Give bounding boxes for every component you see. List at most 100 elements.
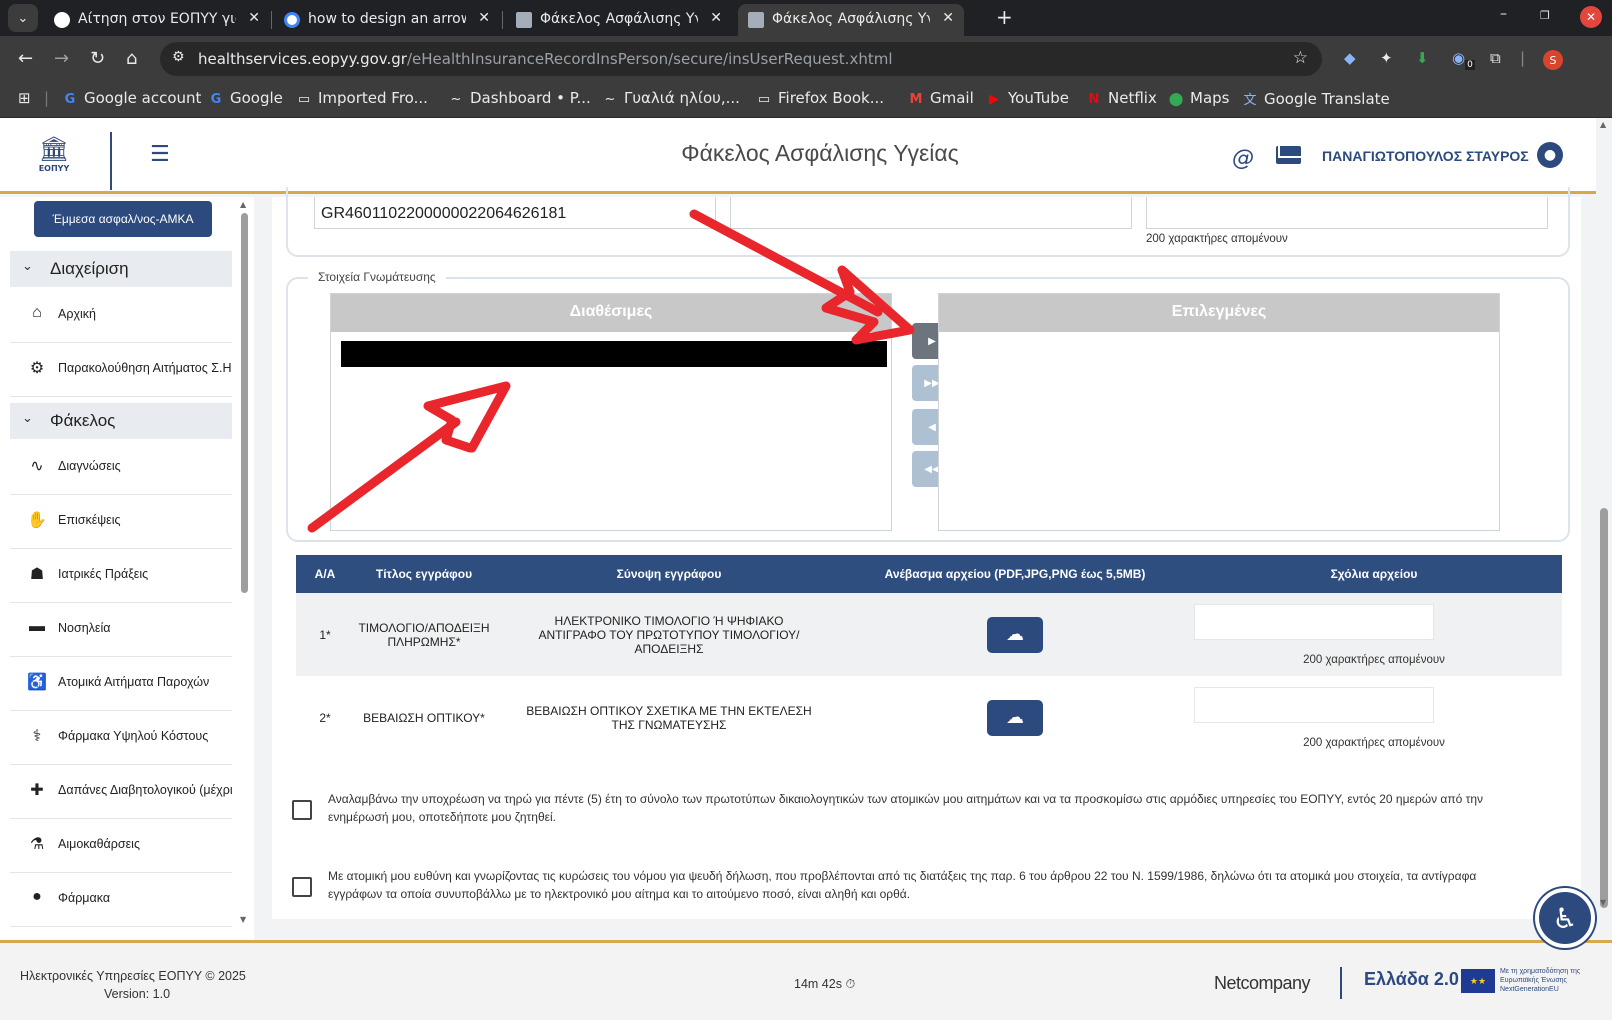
- sidebar-item-label: Ιατρικές Πράξεις: [58, 567, 149, 581]
- tab-close-icon[interactable]: ✕: [942, 10, 954, 26]
- bookmark-gmail[interactable]: M Gmail: [908, 89, 974, 107]
- tab-title: Αίτηση στον ΕΟΠΥΥ για: [78, 11, 236, 27]
- new-tab-button[interactable]: +: [996, 5, 1013, 29]
- extension-badge-icon[interactable]: ◉ 0: [1452, 49, 1475, 70]
- tab-search-button[interactable]: ⌄: [8, 4, 38, 32]
- declaration-checkbox[interactable]: [292, 877, 312, 897]
- browser-tab-active[interactable]: Φάκελος Ασφάλισης Υγε ✕: [738, 4, 964, 36]
- redacted-list-item[interactable]: [341, 341, 887, 367]
- document-summary: ΗΛΕΚΤΡΟΝΙΚΟ ΤΙΜΟΛΟΓΙΟ Ή ΨΗΦΙΑΚΟ ΑΝΤΙΓΡΑΦ…: [494, 593, 844, 676]
- back-icon[interactable]: ←: [18, 48, 33, 69]
- eu-funding-text: Με τη χρηματοδότηση της Ευρωπαϊκής Ένωση…: [1500, 968, 1581, 993]
- close-window-icon[interactable]: ✕: [1580, 6, 1602, 28]
- iban-input[interactable]: GR4601102200000022064626181: [314, 197, 716, 229]
- selected-listbox[interactable]: Επιλεγμένες: [938, 293, 1500, 531]
- upload-cloud-icon[interactable]: ☁: [987, 616, 1043, 653]
- amka-button[interactable]: Έμμεσα ασφαλ/νος-ΑΜΚΑ: [34, 201, 212, 237]
- sidebar-item-individual-requests[interactable]: ♿ Ατομικά Αιτήματα Παροχών: [10, 657, 232, 711]
- bookmark-youtube[interactable]: ▶ YouTube: [986, 89, 1069, 107]
- address-bar[interactable]: ⚙ healthservices.eopyy.gov.gr/eHealthIns…: [160, 42, 1322, 76]
- bookmark-google-translate[interactable]: 文 Google Translate: [1242, 89, 1389, 108]
- at-email-icon[interactable]: @: [1232, 146, 1254, 171]
- sidebar-item-visits[interactable]: ✋ Επισκέψεις: [10, 495, 232, 549]
- footer: Ηλεκτρονικές Υπηρεσίες ΕΟΠΥΥ © 2025 Vers…: [0, 940, 1612, 1020]
- sidebar-item-label: Αιμοκαθάρσεις: [58, 837, 140, 851]
- bookmark-google[interactable]: G Google: [208, 89, 283, 107]
- sidebar-item-diagnoses[interactable]: ∿ Διαγνώσεις: [10, 441, 232, 495]
- bookmark-google-account[interactable]: G Google account: [62, 89, 202, 107]
- browser-tab[interactable]: Αίτηση στον ΕΟΠΥΥ για ✕: [44, 4, 270, 36]
- gmail-icon: M: [909, 92, 923, 107]
- sidebar-item-high-cost-drugs[interactable]: ⚕ Φάρμακα Υψηλού Κόστους: [10, 711, 232, 765]
- tab-close-icon[interactable]: ✕: [248, 10, 260, 26]
- chars-remaining: 200 χαρακτήρες απομένουν: [1303, 736, 1445, 749]
- forward-icon[interactable]: →: [54, 48, 69, 69]
- sidebar-item-medical-acts[interactable]: ☗ Ιατρικές Πράξεις: [10, 549, 232, 603]
- declaration-checkbox[interactable]: [292, 800, 312, 820]
- tab-close-icon[interactable]: ✕: [478, 10, 490, 26]
- extension-paw-icon[interactable]: ✦: [1380, 49, 1393, 67]
- restore-icon[interactable]: ❐: [1540, 9, 1550, 22]
- sidebar-scroll-up-icon[interactable]: ▲: [240, 200, 246, 209]
- extensions-puzzle-icon[interactable]: ⧉: [1490, 49, 1501, 67]
- bank-field-input[interactable]: [730, 197, 1132, 229]
- bookmark-dashboard[interactable]: ~ Dashboard • P...: [448, 89, 591, 107]
- selected-header: Επιλεγμένες: [939, 294, 1499, 332]
- upload-cloud-icon[interactable]: ☁: [987, 699, 1043, 736]
- tab-title: how to design an arrow: [308, 11, 466, 27]
- eopyy-logo[interactable]: 🏛 ΕΟΠΥΥ: [30, 134, 78, 176]
- envelope-icon[interactable]: [1276, 146, 1301, 164]
- available-listbox[interactable]: Διαθέσιμες: [330, 293, 892, 531]
- bookmark-label: Google account: [84, 89, 202, 107]
- comment-field-input[interactable]: [1146, 197, 1548, 229]
- download-extension-icon[interactable]: ⬇: [1416, 49, 1429, 67]
- page-content: 🏛 ΕΟΠΥΥ ☰ Φάκελος Ασφάλισης Υγείας @ ΠΑΝ…: [0, 118, 1612, 1020]
- sidebar-item-hospitalization[interactable]: ▬ Νοσηλεία: [10, 603, 232, 657]
- browser-tab[interactable]: Φάκελος Ασφάλισης Υγε ✕: [506, 4, 732, 36]
- site-info-icon[interactable]: ⚙: [172, 49, 185, 65]
- home-icon[interactable]: ⌂: [126, 48, 137, 69]
- page-scroll-down-icon[interactable]: ▼: [1600, 898, 1606, 907]
- folder-icon: ▭: [757, 92, 771, 107]
- accessibility-icon[interactable]: ♿: [1535, 888, 1595, 948]
- url-text[interactable]: healthservices.eopyy.gov.gr/eHealthInsur…: [198, 50, 893, 68]
- extension-tag-icon[interactable]: ◆: [1344, 49, 1356, 67]
- hamburger-menu-icon[interactable]: ☰: [150, 142, 170, 167]
- sidebar-section-folder[interactable]: ⌄ Φάκελος: [10, 403, 232, 439]
- browser-tab[interactable]: how to design an arrow ✕: [274, 4, 500, 36]
- pharmacy-icon: ⚕: [32, 728, 42, 745]
- profile-avatar[interactable]: S: [1543, 50, 1563, 70]
- section-label: Φάκελος: [50, 411, 116, 430]
- reload-icon[interactable]: ↻: [90, 48, 105, 69]
- maps-pin-icon: ⬤: [1168, 92, 1184, 107]
- bookmark-imported-folder[interactable]: ▭ Imported Fro...: [296, 89, 428, 107]
- sidebar-item-home[interactable]: ⌂ Αρχική: [10, 289, 232, 343]
- bookmark-star-icon[interactable]: ☆: [1293, 48, 1308, 68]
- bookmark-firefox-folder[interactable]: ▭ Firefox Book...: [756, 89, 884, 107]
- chevron-down-icon: ⌄: [22, 410, 33, 425]
- bookmark-label: Imported Fro...: [318, 89, 428, 107]
- comment-input[interactable]: [1194, 603, 1434, 640]
- minimize-icon[interactable]: –: [1500, 6, 1507, 22]
- page-scrollbar-thumb[interactable]: [1600, 508, 1608, 908]
- column-header: Τίτλος εγγράφου: [354, 555, 494, 593]
- apps-grid-icon[interactable]: ⊞: [18, 89, 31, 107]
- tab-close-icon[interactable]: ✕: [710, 10, 722, 26]
- sidebar-scroll-down-icon[interactable]: ▼: [240, 915, 246, 924]
- bookmark-maps[interactable]: ⬤ Maps: [1168, 89, 1230, 107]
- bookmarks-bar: ⊞ | G Google account G Google ▭ Imported Fr…: [0, 82, 1612, 118]
- user-avatar-icon[interactable]: ●: [1537, 142, 1563, 168]
- sidebar-item-dialysis[interactable]: ⚗ Αιμοκαθάρσεις: [10, 819, 232, 873]
- sidebar-section-management[interactable]: ⌄ Διαχείριση: [10, 251, 232, 287]
- bookmark-netflix[interactable]: N Netflix: [1086, 89, 1157, 107]
- sidebar-item-drugs[interactable]: ● Φάρμακα: [10, 873, 232, 927]
- page-scroll-up-icon[interactable]: ▲: [1600, 120, 1606, 129]
- user-name[interactable]: ΠΑΝΑΓΙΩΤΟΠΟΥΛΟΣ ΣΤΑΥΡΟΣ: [1322, 148, 1529, 164]
- comment-input[interactable]: [1194, 686, 1434, 723]
- chars-remaining: 200 χαρακτήρες απομένουν: [1146, 233, 1288, 245]
- sidebar-item-request-tracking[interactable]: ⚙ Παρακολούθηση Αιτήματος Σ.Η.: [10, 343, 232, 397]
- sidebar-scrollbar-thumb[interactable]: [241, 213, 248, 593]
- sidebar-item-diabetic-expenses[interactable]: ✚ Δαπάνες Διαβητολογικού (μέχρι: [10, 765, 232, 819]
- bookmark-sunglasses[interactable]: ~ Γυαλιά ηλίου,...: [602, 89, 740, 107]
- bookmark-label: YouTube: [1008, 89, 1069, 107]
